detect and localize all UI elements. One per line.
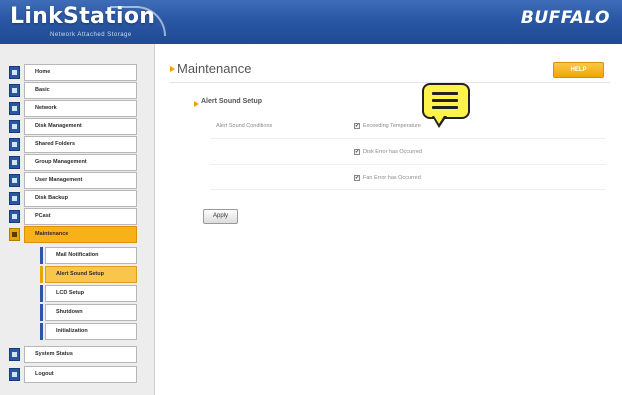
sidebar-item-user-management[interactable]: User Management xyxy=(24,172,137,189)
apply-button[interactable]: Apply xyxy=(203,209,238,224)
logout-icon xyxy=(9,368,20,381)
disk-icon xyxy=(9,120,20,133)
sidebar-subitem-mail-notification[interactable]: Mail Notification xyxy=(45,247,137,264)
checkbox-disk-error[interactable]: ✔ xyxy=(354,149,360,155)
sidebar-item-disk-management[interactable]: Disk Management xyxy=(24,118,137,135)
help-button[interactable]: HELP xyxy=(553,62,604,78)
sidebar-item-system-status[interactable]: System Status xyxy=(24,346,137,363)
sidebar-item-basic[interactable]: Basic xyxy=(24,82,137,99)
title-arrow-icon xyxy=(170,66,175,72)
backup-icon xyxy=(9,192,20,205)
sidebar-item-disk-backup[interactable]: Disk Backup xyxy=(24,190,137,207)
section-title: Alert Sound Setup xyxy=(201,98,263,105)
option-label: Disk Error has Occurred xyxy=(363,149,422,155)
brand-logo: LinkStation Network Attached Storage xyxy=(10,4,166,38)
row-divider xyxy=(210,138,606,139)
title-divider xyxy=(170,82,610,83)
basic-icon xyxy=(9,84,20,97)
sidebar-item-logout[interactable]: Logout xyxy=(24,366,137,383)
sub-marker xyxy=(40,323,43,340)
speech-bubble-icon xyxy=(422,83,474,133)
vendor-logo: BUFFALO xyxy=(520,8,610,28)
alert-sound-settings: Alert Sound Conditions ✔ Exceeding Tempe… xyxy=(210,116,606,190)
callout-line xyxy=(432,99,458,102)
callout-line xyxy=(432,106,458,109)
section-title-block: Alert Sound Setup xyxy=(194,98,263,107)
folder-icon xyxy=(9,138,20,151)
checkbox-fan-error[interactable]: ✔ xyxy=(354,175,360,181)
sidebar-item-network[interactable]: Network xyxy=(24,100,137,117)
callout-tail-fill xyxy=(434,116,444,124)
status-icon xyxy=(9,348,20,361)
sub-marker xyxy=(40,247,43,264)
sidebar-item-shared-folders[interactable]: Shared Folders xyxy=(24,136,137,153)
option-label: Fan Error has Occurred xyxy=(363,175,421,181)
maintenance-icon xyxy=(9,228,20,241)
sidebar-item-group-management[interactable]: Group Management xyxy=(24,154,137,171)
page-title: Maintenance xyxy=(177,61,252,76)
sub-marker xyxy=(40,285,43,302)
page-title-block: Maintenance xyxy=(170,61,252,76)
row-divider xyxy=(210,189,606,190)
user-icon xyxy=(9,174,20,187)
network-icon xyxy=(9,102,20,115)
sidebar-subitem-alert-sound-setup[interactable]: Alert Sound Setup xyxy=(45,266,137,283)
sidebar-subitem-initialization[interactable]: Initialization xyxy=(45,323,137,340)
setting-label: Alert Sound Conditions xyxy=(216,123,273,129)
sidebar-item-maintenance[interactable]: Maintenance xyxy=(24,226,137,243)
sub-marker xyxy=(40,266,43,283)
checkbox-exceeding-temperature[interactable]: ✔ xyxy=(354,123,360,129)
pcast-icon xyxy=(9,210,20,223)
sidebar-item-home[interactable]: Home xyxy=(24,64,137,81)
callout-line xyxy=(432,92,458,95)
sidebar-nav: Home Basic Network Disk Management Share… xyxy=(0,44,155,395)
group-icon xyxy=(9,156,20,169)
home-icon xyxy=(9,66,20,79)
option-label: Exceeding Temperature xyxy=(363,123,421,129)
header-bar: LinkStation Network Attached Storage BUF… xyxy=(0,0,622,44)
brand-subtitle: Network Attached Storage xyxy=(50,32,132,38)
sidebar-subitem-shutdown[interactable]: Shutdown xyxy=(45,304,137,321)
row-divider xyxy=(210,164,606,165)
section-arrow-icon xyxy=(194,101,199,107)
sub-marker xyxy=(40,304,43,321)
sidebar-subitem-lcd-setup[interactable]: LCD Setup xyxy=(45,285,137,302)
sidebar-item-pcast[interactable]: PCast xyxy=(24,208,137,225)
